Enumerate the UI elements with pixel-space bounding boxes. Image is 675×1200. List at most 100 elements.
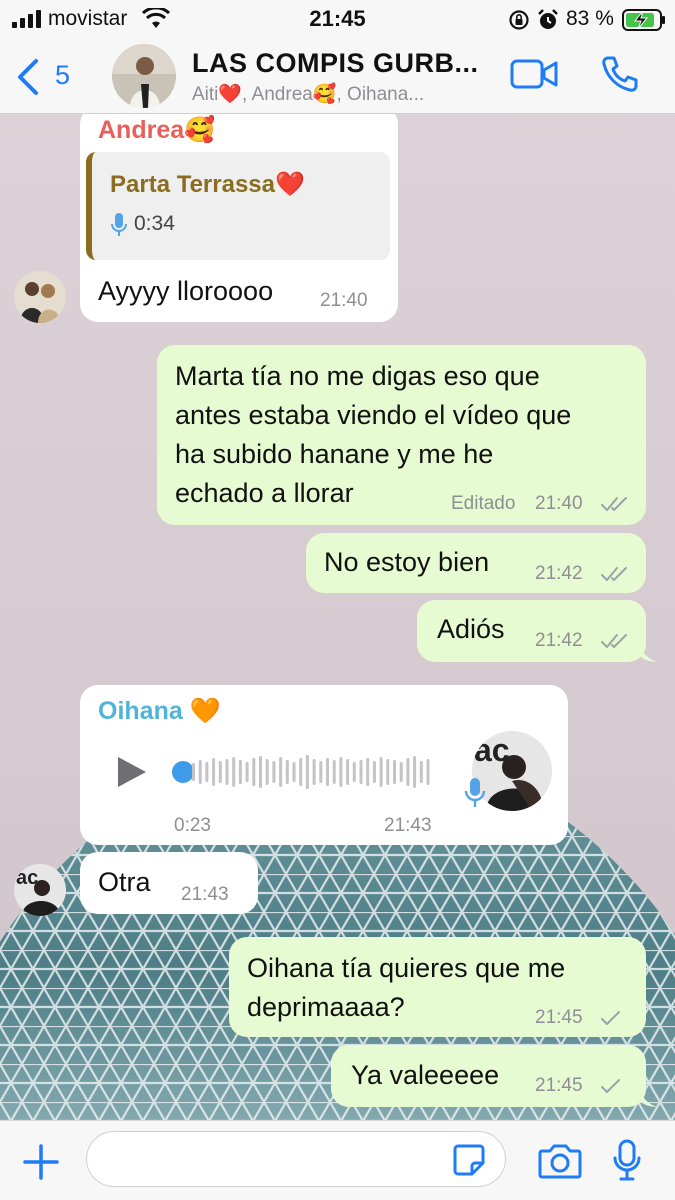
waveform-bar — [312, 759, 316, 785]
message-bubble[interactable]: No estoy bien 21:42 — [306, 533, 646, 593]
waveform-bar — [252, 758, 256, 786]
sender-name: Oihana 🧡 — [98, 697, 221, 725]
waveform-bar — [299, 758, 303, 786]
waveform-bar — [285, 760, 289, 784]
message-text: Ya valeeeee — [351, 1060, 500, 1090]
waveform-bar — [205, 762, 209, 782]
message-time: 21:43 — [181, 884, 229, 905]
read-ticks-icon — [601, 567, 627, 581]
waveform-bar — [198, 760, 202, 784]
waveform-bar — [413, 756, 417, 788]
microphone-icon[interactable] — [612, 1139, 642, 1183]
voice-message-bubble[interactable]: Oihana 🧡 0:23 21:43 ac — [80, 685, 568, 845]
sender-name: Andrea🥰 — [98, 116, 216, 144]
chat-title[interactable]: LAS COMPIS GURB... — [192, 48, 479, 79]
message-time: 21:40 — [320, 290, 368, 311]
message-line: Marta tía no me digas eso que — [175, 361, 540, 391]
message-text: Marta tía no me digas eso que antes esta… — [175, 357, 571, 513]
rotation-lock-icon — [509, 10, 529, 30]
plus-icon[interactable] — [22, 1143, 60, 1181]
message-time: 21:42 — [535, 563, 583, 584]
waveform-bar — [319, 761, 323, 783]
bubble-tail — [640, 1089, 658, 1107]
camera-icon[interactable] — [538, 1143, 582, 1179]
message-text: No estoy bien — [324, 547, 490, 577]
waveform-bar — [426, 759, 430, 785]
message-bubble[interactable]: Marta tía no me digas eso que antes esta… — [157, 345, 646, 525]
waveform-bar — [326, 758, 329, 786]
composer-bar — [0, 1120, 675, 1200]
chat-header: 5 LAS COMPIS GURB... Aiti❤️, Andrea🥰, Oi… — [0, 40, 675, 114]
message-bubble[interactable]: Oihana tía quieres que me deprimaaaa? 21… — [229, 937, 646, 1037]
back-chevron-icon[interactable] — [14, 58, 40, 96]
message-bubble[interactable]: Otra 21:43 — [80, 852, 258, 914]
waveform-bar — [352, 762, 356, 782]
message-text: Oihana tía quieres que me deprimaaaa? — [247, 949, 565, 1027]
message-line: ha subido hanane y me he — [175, 439, 494, 469]
quoted-duration: 0:34 — [134, 212, 175, 235]
voice-waveform[interactable] — [192, 752, 436, 792]
message-time: 21:45 — [535, 1007, 583, 1028]
waveform-bar — [372, 761, 376, 783]
waveform-bar — [332, 760, 336, 784]
message-input[interactable] — [86, 1131, 506, 1187]
battery-percent: 83 % — [566, 7, 614, 30]
message-line: antes estaba viendo el vídeo que — [175, 400, 572, 430]
waveform-bar — [218, 761, 222, 783]
waveform-bar — [339, 757, 343, 787]
phone-call-icon[interactable] — [600, 54, 640, 94]
waveform-bar — [386, 759, 390, 785]
read-ticks-icon — [601, 634, 627, 648]
alarm-icon — [538, 9, 558, 29]
message-bubble[interactable]: Adiós 21:42 — [417, 600, 646, 662]
sent-tick-icon — [601, 1079, 620, 1093]
waveform-bar — [359, 760, 363, 784]
sender-avatar[interactable] — [14, 271, 66, 323]
mic-icon — [464, 778, 486, 807]
waveform-bar — [399, 762, 403, 782]
waveform-bar — [272, 761, 276, 783]
waveform-bar — [265, 759, 269, 785]
waveform-bar — [406, 758, 410, 786]
unread-count[interactable]: 5 — [55, 60, 70, 91]
voice-progress-dot[interactable] — [172, 761, 194, 783]
message-time: 21:42 — [535, 630, 583, 651]
message-text: Ayyyy lloroooo — [98, 276, 274, 306]
quoted-title: Parta Terrassa❤️ — [110, 171, 305, 198]
sent-tick-icon — [601, 1011, 620, 1025]
message-line: deprimaaaa? — [247, 992, 405, 1022]
waveform-bar — [259, 756, 262, 788]
message-time: 21:45 — [535, 1075, 583, 1096]
message-line: Oihana tía quieres que me — [247, 953, 566, 983]
waveform-bar — [212, 758, 216, 786]
message-text: Otra — [98, 867, 151, 897]
bubble-tail — [640, 644, 658, 662]
waveform-bar — [419, 761, 423, 783]
video-call-icon[interactable] — [510, 58, 558, 90]
mic-icon — [111, 213, 127, 236]
waveform-bar — [225, 759, 229, 785]
waveform-bar — [305, 755, 309, 789]
play-icon[interactable] — [116, 755, 148, 789]
waveform-bar — [346, 759, 350, 785]
status-bar: movistar 21:45 83 % — [0, 0, 675, 40]
message-bubble[interactable]: Andrea🥰 Parta Terrassa❤️ 0:34 Ayyyy llor… — [80, 106, 398, 322]
waveform-bar — [192, 763, 195, 781]
waveform-bar — [292, 762, 296, 782]
message-text: Adiós — [437, 614, 505, 644]
edited-label: Editado — [451, 493, 516, 514]
group-avatar[interactable] — [112, 44, 176, 108]
waveform-bar — [379, 757, 383, 787]
waveform-bar — [279, 757, 283, 787]
read-ticks-icon — [601, 497, 627, 511]
waveform-bar — [245, 762, 249, 782]
waveform-bar — [393, 760, 396, 784]
message-time: 21:43 — [384, 815, 432, 836]
voice-elapsed: 0:23 — [174, 815, 211, 836]
quoted-message[interactable]: Parta Terrassa❤️ 0:34 — [86, 152, 390, 260]
chat-members[interactable]: Aiti❤️, Andrea🥰, Oihana... — [192, 82, 424, 106]
sticker-icon[interactable] — [452, 1143, 486, 1177]
sender-avatar[interactable]: ac — [14, 864, 66, 916]
message-bubble[interactable]: Ya valeeeee 21:45 — [331, 1045, 646, 1107]
waveform-bar — [232, 757, 236, 787]
